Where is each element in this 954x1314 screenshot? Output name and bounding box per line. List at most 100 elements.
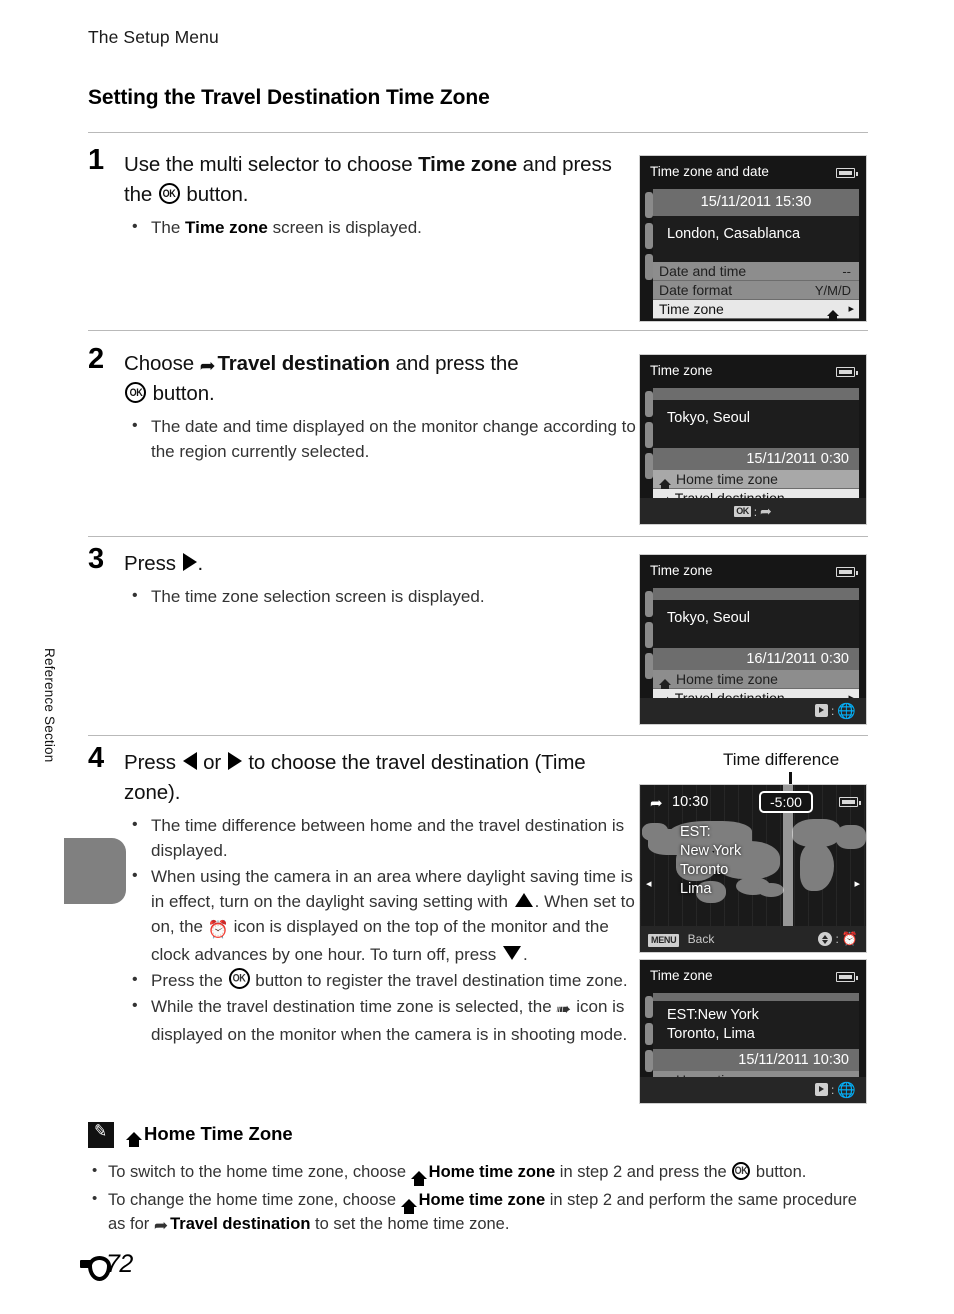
step-text-a: Press xyxy=(124,751,182,774)
screen-title: Time zone xyxy=(650,363,713,378)
note-text-a: To change the home time zone, choose xyxy=(108,1191,401,1209)
note-text-a: To switch to the home time zone, choose xyxy=(108,1163,411,1181)
city-display: London, Casablanca xyxy=(653,216,859,262)
note-title-text: Home Time Zone xyxy=(144,1123,293,1144)
travel-destination-icon: ➦ xyxy=(760,503,772,519)
step-instruction: Press or to choose the travel destinatio… xyxy=(124,748,636,808)
step-text-a: Press xyxy=(124,552,182,575)
note-header: Home Time Zone xyxy=(88,1122,878,1150)
step-bullet-list: The time zone selection screen is displa… xyxy=(124,583,636,609)
bullet-text-a: The xyxy=(151,218,186,237)
step-text-c: button. xyxy=(147,382,215,405)
list-item: The time zone selection screen is displa… xyxy=(124,583,636,609)
map-status-bar: ➦ 10:30 -5:00 xyxy=(640,785,866,819)
globe-icon: 🌐 xyxy=(837,1082,856,1099)
datetime-display: 15/11/2011 15:30 xyxy=(700,194,812,210)
home-icon xyxy=(659,679,671,691)
divider xyxy=(88,536,868,537)
daylight-saving-icon: ⏰ xyxy=(841,931,858,946)
step-instruction: Press . xyxy=(124,549,636,579)
step-3: 3 Press . The time zone selection screen… xyxy=(88,545,636,610)
city-line-2: Toronto, Lima xyxy=(667,1026,755,1042)
menu-label: Time zone xyxy=(659,301,724,317)
time-difference-value: -5:00 xyxy=(759,791,813,813)
screen-panel: 15/11/2011 15:30 London, Casablanca Date… xyxy=(653,189,859,321)
right-arrow-icon xyxy=(227,752,242,770)
step-number: 1 xyxy=(88,144,105,176)
list-item: When using the camera in an area where d… xyxy=(124,863,636,967)
datetime-display: 15/11/2011 0:30 xyxy=(746,451,849,467)
step-number: 3 xyxy=(88,543,105,575)
bullet-text-a: While the travel destination time zone i… xyxy=(151,997,557,1016)
datetime-display: 15/11/2011 10:30 xyxy=(738,1052,849,1068)
menu-row-home-time-zone[interactable]: Home time zone xyxy=(653,470,859,491)
landmass xyxy=(836,825,866,849)
airplane-icon: ➦ xyxy=(153,1216,169,1235)
step-number: 2 xyxy=(88,343,105,375)
step-text-c: button. xyxy=(180,183,249,206)
city-line-1: EST:New York xyxy=(667,1007,759,1023)
camera-screen-time-zone-step2: Time zone Tokyo, Seoul 15/11/2011 0:30 H… xyxy=(639,354,867,525)
world-map[interactable]: ➦ 10:30 -5:00 EST: New York Toronto Lima… xyxy=(640,785,866,926)
step-2: 2 Choose ➦Travel destination and press t… xyxy=(88,345,636,465)
screen-title: Time zone and date xyxy=(650,164,769,179)
bullet-text-a: Press the xyxy=(151,971,228,990)
nav-left-icon[interactable]: ◂ xyxy=(646,877,652,890)
battery-icon xyxy=(836,972,859,982)
battery-icon xyxy=(839,797,862,807)
screen-title: Time zone xyxy=(650,968,713,983)
bullet-text-d: . xyxy=(522,945,528,964)
landmass xyxy=(642,823,668,841)
note-section: Home Time Zone To switch to the home tim… xyxy=(88,1122,878,1240)
note-text-b: in step 2 and press the xyxy=(555,1163,732,1181)
menu-label: Date format xyxy=(659,282,733,298)
menu-row-time-zone[interactable]: Time zone ▸ xyxy=(653,300,859,321)
step-text-c: . xyxy=(197,552,204,575)
note-text-bold: Home time zone xyxy=(418,1191,546,1209)
home-icon xyxy=(410,1171,427,1186)
menu-value: Y/M/D xyxy=(814,283,851,298)
step-bullet-list: The date and time displayed on the monit… xyxy=(124,413,636,464)
note-text-c: button. xyxy=(751,1163,807,1181)
note-title: Home Time Zone xyxy=(126,1123,293,1147)
bullet-text-bold: Time zone xyxy=(185,218,268,237)
ok-button-icon xyxy=(732,1162,751,1180)
note-text-bold2: Travel destination xyxy=(170,1215,311,1233)
list-item: To change the home time zone, choose Hom… xyxy=(88,1187,878,1236)
step-bullet-list: The Time zone screen is displayed. xyxy=(124,214,636,240)
ok-button-icon: OK xyxy=(734,506,751,517)
step-text-a: Use the multi selector to choose xyxy=(124,153,419,176)
menu-row-date-format[interactable]: Date format Y/M/D xyxy=(653,281,859,300)
step-4: 4 Press or to choose the travel destinat… xyxy=(88,744,636,1048)
list-item: The Time zone screen is displayed. xyxy=(124,214,636,240)
running-head: The Setup Menu xyxy=(88,27,219,47)
screen-bottom-bar: MENU Back : ⏰ xyxy=(640,926,866,952)
ok-button-icon xyxy=(228,968,250,989)
back-label: Back xyxy=(687,932,715,946)
camera-screen-time-zone-result: Time zone EST:New York Toronto, Lima 15/… xyxy=(639,959,867,1104)
up-arrow-icon xyxy=(514,893,533,907)
menu-label: Home time zone xyxy=(676,471,778,487)
menu-row-home-time-zone[interactable]: Home time zone xyxy=(653,670,859,691)
step-bullet-list: The time difference between home and the… xyxy=(124,812,636,1047)
scroll-indicator xyxy=(645,192,653,285)
up-down-button-icon xyxy=(818,932,833,946)
chevron-right-icon: ▸ xyxy=(848,303,854,315)
step-text-bold: Travel destination xyxy=(217,352,390,375)
reference-section-label: Reference Section xyxy=(42,648,57,763)
city-display: Tokyo, Seoul xyxy=(653,400,859,448)
ok-button-icon xyxy=(125,382,146,403)
city-list: EST: New York Toronto Lima xyxy=(680,823,741,899)
scroll-indicator xyxy=(645,591,653,684)
nav-right-icon[interactable]: ▸ xyxy=(854,877,860,890)
bullet-text-b: screen is displayed. xyxy=(267,218,422,237)
clock-display: 10:30 xyxy=(672,794,709,810)
daylight-saving-icon: ⏰ xyxy=(207,920,229,939)
screen-panel: Tokyo, Seoul 15/11/2011 0:30 Home time z… xyxy=(653,388,859,508)
list-item: The date and time displayed on the monit… xyxy=(124,413,636,464)
step-text-bold: Time zone xyxy=(418,153,518,176)
datetime-display: 16/11/2011 0:30 xyxy=(746,651,849,667)
step-text-b: and press the xyxy=(390,352,519,375)
menu-row-date-and-time[interactable]: Date and time -- xyxy=(653,262,859,281)
step-text-mid: or xyxy=(197,751,227,774)
